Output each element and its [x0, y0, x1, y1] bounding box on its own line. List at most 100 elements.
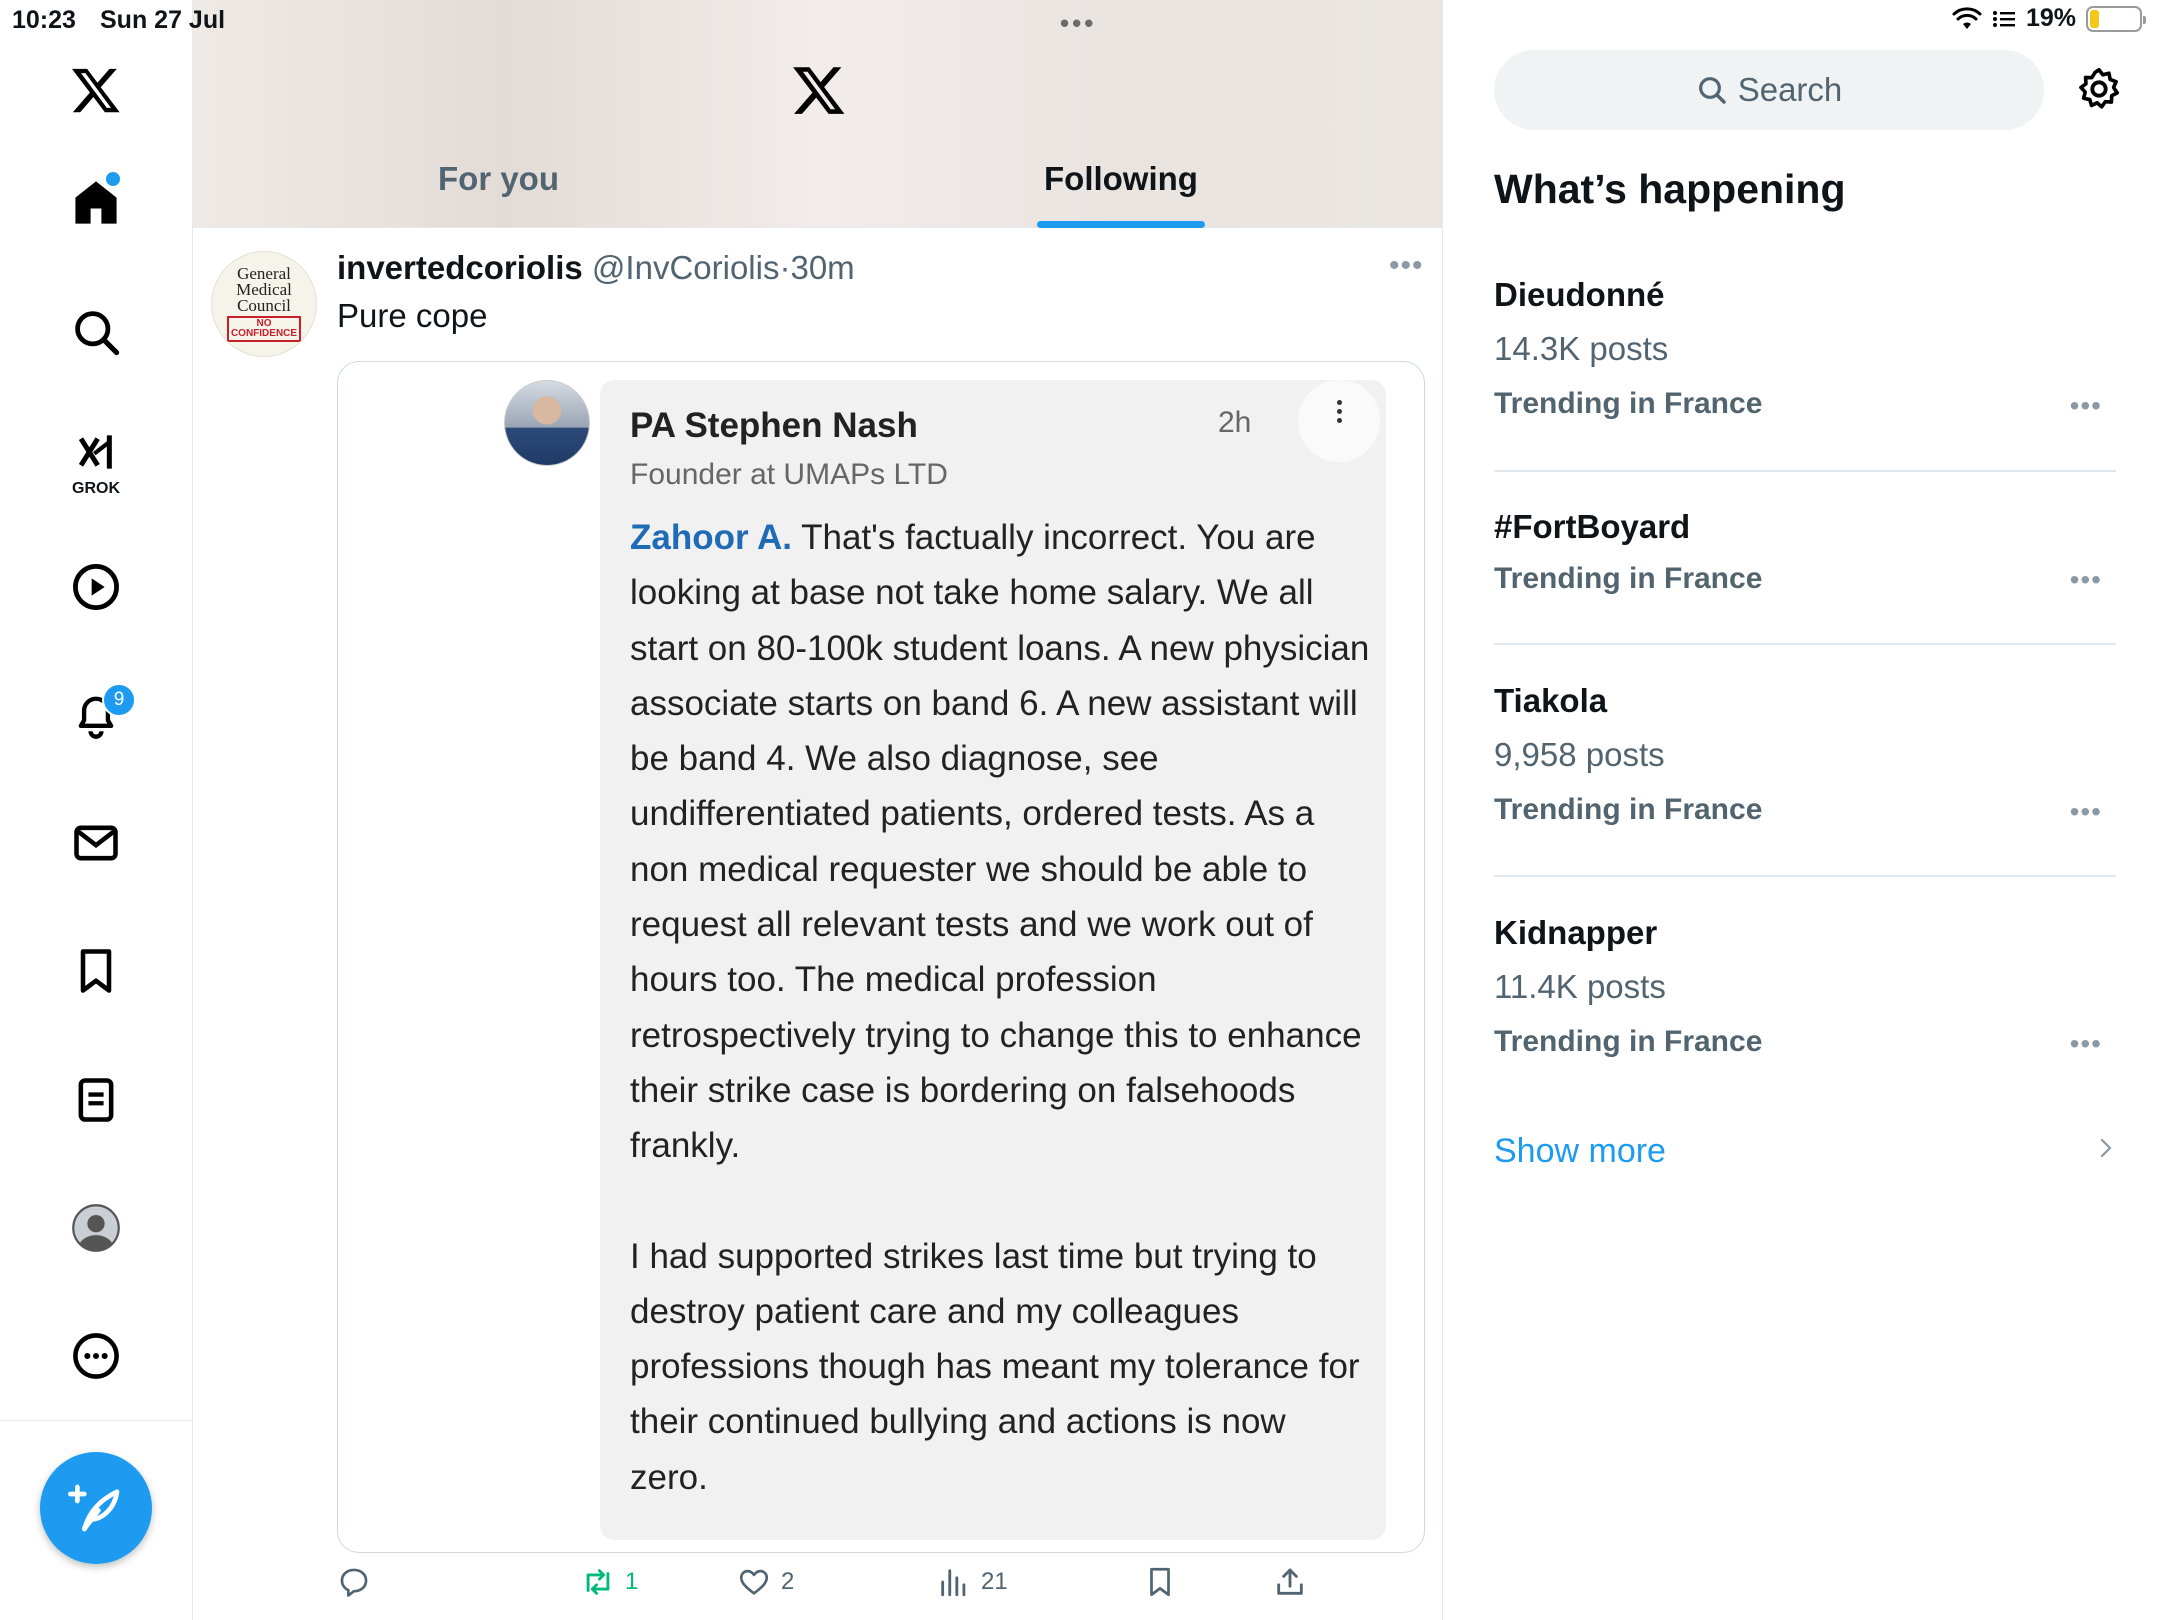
compose-post-button[interactable]: [40, 1452, 152, 1564]
trend-more-icon[interactable]: •••: [2070, 796, 2102, 828]
tweet-avatar[interactable]: General Medical Council NO CONFIDENCE: [211, 251, 317, 357]
multitasking-dots-icon[interactable]: •••: [1060, 8, 1096, 39]
right-sidebar: Search What’s happening Dieudonné 14.3K …: [1444, 0, 2160, 1620]
battery-percent: 19%: [2025, 4, 2076, 32]
trend-item[interactable]: Kidnapper 11.4K posts Trending in France…: [1494, 914, 2116, 1059]
views-chart-icon: [941, 1569, 966, 1597]
x-logo-icon[interactable]: [791, 62, 847, 118]
bookmark-icon: [1150, 1567, 1170, 1597]
tweet-author-handle[interactable]: @InvCoriolis: [592, 249, 780, 286]
quoted-mention: Zahoor A.: [630, 518, 793, 557]
heart-icon: [739, 1569, 769, 1595]
timeline-column: For you Following General Medical Counci…: [193, 0, 1443, 1620]
reply-button[interactable]: [337, 1565, 381, 1599]
chevron-right-icon[interactable]: [2094, 1136, 2118, 1160]
active-tab-indicator: [1037, 221, 1205, 228]
gear-icon[interactable]: [2076, 66, 2122, 112]
nav-divider: [0, 1420, 193, 1421]
avatar-stamp: NO CONFIDENCE: [226, 316, 302, 343]
search-placeholder: Search: [1737, 71, 1843, 108]
repost-count: 1: [625, 1568, 639, 1595]
trend-name: Kidnapper: [1494, 914, 1658, 951]
share-icon: [1277, 1568, 1303, 1595]
quoted-author-avatar: [504, 380, 590, 466]
bookmark-icon[interactable]: [56, 931, 136, 1011]
x-logo-icon[interactable]: [56, 50, 136, 130]
tab-for-you[interactable]: For you: [438, 160, 559, 198]
left-nav: GROK 9: [0, 0, 193, 1620]
trend-posts: 11.4K posts: [1494, 968, 1666, 1005]
quoted-comment-body: Zahoor A. That's factually incorrect. Yo…: [630, 510, 1370, 1505]
video-icon[interactable]: [56, 547, 136, 627]
search-icon[interactable]: [56, 292, 136, 372]
status-date: Sun 27 Jul: [100, 6, 226, 34]
tweet-text: Pure cope: [337, 297, 488, 334]
more-icon[interactable]: [56, 1316, 136, 1396]
trend-category: Trending in France: [1494, 387, 1763, 420]
trend-name: #FortBoyard: [1494, 508, 1691, 545]
reply-icon: [340, 1568, 368, 1597]
tab-following[interactable]: Following: [1044, 160, 1198, 198]
quoted-paragraph-2: I had supported strikes last time but tr…: [630, 1236, 1360, 1497]
trend-posts: 9,958 posts: [1494, 736, 1665, 773]
tweet-author-name[interactable]: invertedcoriolis: [337, 249, 583, 286]
trend-more-icon[interactable]: •••: [2070, 1028, 2102, 1060]
trend-name: Tiakola: [1494, 682, 1608, 719]
quoted-media[interactable]: PA Stephen Nash Founder at UMAPs LTD 2h …: [337, 361, 1425, 1553]
trend-item[interactable]: Tiakola 9,958 posts Trending in France •…: [1494, 682, 2116, 827]
quoted-author-subtitle: Founder at UMAPs LTD: [630, 458, 948, 491]
views-count: 21: [981, 1568, 1008, 1595]
trend-posts: 14.3K posts: [1494, 330, 1669, 367]
feather-plus-icon: [68, 1484, 120, 1532]
home-new-dot: [106, 172, 120, 186]
home-icon[interactable]: [56, 162, 136, 242]
grok-icon[interactable]: GROK: [56, 420, 136, 500]
quoted-paragraph-1: That's factually incorrect. You are look…: [630, 518, 1370, 1166]
status-time: 10:23: [12, 6, 76, 34]
trend-item[interactable]: #FortBoyard Trending in France •••: [1494, 508, 2116, 596]
search-icon: [1698, 77, 1726, 104]
tweet[interactable]: General Medical Council NO CONFIDENCE in…: [193, 229, 1442, 1620]
profile-icon[interactable]: [56, 1188, 136, 1268]
quoted-comment-card: PA Stephen Nash Founder at UMAPs LTD 2h …: [600, 380, 1386, 1540]
like-count: 2: [781, 1568, 795, 1595]
tweet-time[interactable]: 30m: [790, 249, 854, 286]
search-input[interactable]: Search: [1494, 50, 2044, 130]
mail-icon[interactable]: [56, 803, 136, 883]
share-button[interactable]: [1273, 1565, 1307, 1599]
trend-item[interactable]: Dieudonné 14.3K posts Trending in France…: [1494, 276, 2116, 421]
notifications-badge: 9: [102, 683, 136, 717]
status-right: 19%: [1952, 4, 2146, 33]
trend-category: Trending in France: [1494, 793, 1763, 826]
trend-more-icon[interactable]: •••: [2070, 390, 2102, 422]
trend-divider: [1494, 470, 2116, 472]
trend-name: Dieudonné: [1494, 276, 1665, 313]
grok-label: GROK: [72, 480, 120, 497]
whats-happening-title: What’s happening: [1494, 166, 1846, 212]
tweet-more-icon[interactable]: •••: [1389, 249, 1424, 283]
status-bar: 10:23 Sun 27 Jul ••• 19%: [0, 0, 2160, 40]
views-button[interactable]: 21: [937, 1565, 1008, 1599]
tweet-header: invertedcoriolis @InvCoriolis·30m: [337, 249, 855, 287]
repost-icon: [586, 1569, 610, 1595]
focus-list-icon: [1992, 10, 2015, 27]
bookmark-button[interactable]: [1143, 1565, 1177, 1599]
avatar-stamp-line: CONFIDENCE: [230, 328, 298, 340]
wifi-icon: [1952, 6, 1982, 29]
show-more-link[interactable]: Show more: [1494, 1132, 1666, 1171]
quoted-author-name: PA Stephen Nash: [630, 406, 918, 445]
trend-divider: [1494, 643, 2116, 645]
trend-category: Trending in France: [1494, 1025, 1763, 1058]
quoted-time: 2h: [1218, 406, 1252, 439]
tweet-actions: 1 2 21: [337, 1565, 1437, 1615]
lists-icon[interactable]: [56, 1060, 136, 1140]
repost-button[interactable]: 1: [581, 1565, 638, 1599]
trend-category: Trending in France: [1494, 562, 1763, 595]
like-button[interactable]: 2: [737, 1565, 794, 1599]
trend-more-icon[interactable]: •••: [2070, 564, 2102, 596]
avatar-text-line: Council: [237, 296, 291, 316]
trend-divider: [1494, 875, 2116, 877]
battery-fill: [2090, 9, 2100, 28]
battery-icon: [2086, 5, 2146, 32]
bell-icon[interactable]: 9: [56, 675, 136, 755]
